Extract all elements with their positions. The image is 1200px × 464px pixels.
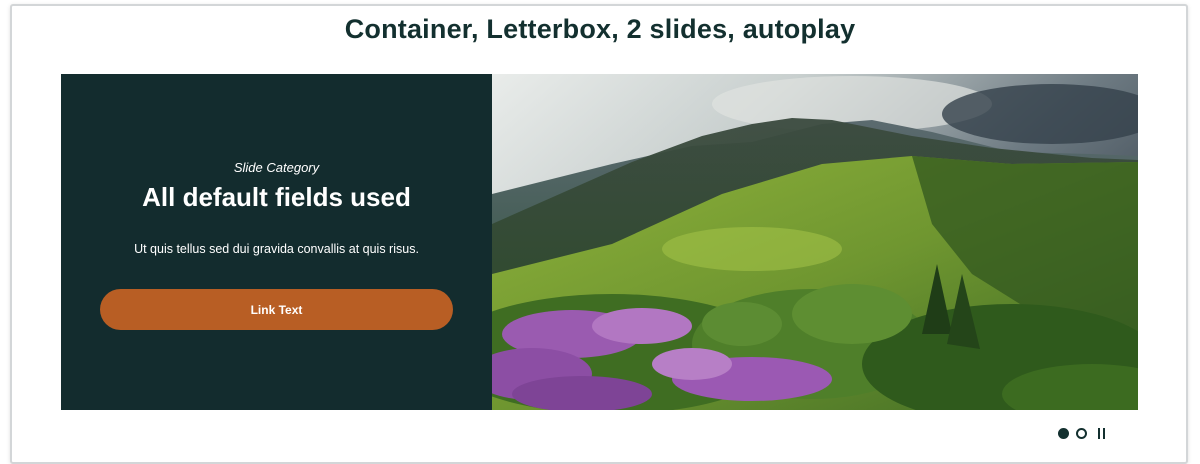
slide-image <box>492 74 1138 410</box>
slide-link-button[interactable]: Link Text <box>100 289 453 330</box>
slide-2-indicator-icon[interactable] <box>1076 427 1087 439</box>
carousel-slide: Slide Category All default fields used U… <box>61 74 1138 410</box>
slide-body-text: Ut quis tellus sed dui gravida convallis… <box>134 242 419 256</box>
page-title: Container, Letterbox, 2 slides, autoplay <box>344 14 856 44</box>
slide-1-indicator-icon[interactable] <box>1058 427 1069 439</box>
slide-title: All default fields used <box>142 182 411 212</box>
carousel-controls <box>1058 426 1106 440</box>
slide-text-panel: Slide Category All default fields used U… <box>61 74 492 410</box>
pause-icon[interactable] <box>1096 427 1106 439</box>
slide-category: Slide Category <box>233 160 320 175</box>
